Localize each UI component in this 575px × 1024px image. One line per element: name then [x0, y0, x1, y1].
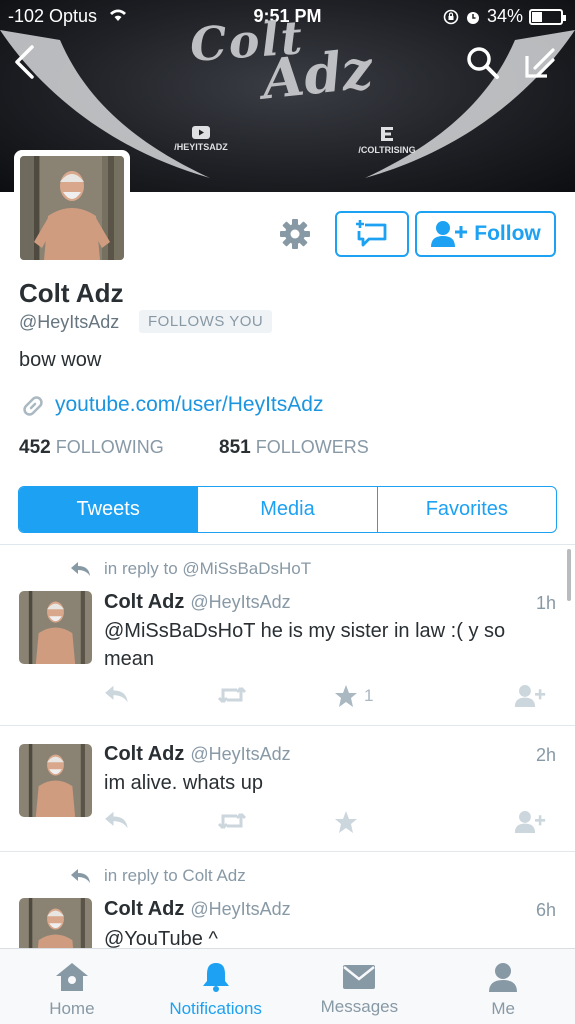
following-count-link[interactable]: 452 FOLLOWING	[19, 437, 164, 458]
banner-youtube-handle: /HEYITSADZ	[168, 126, 234, 152]
compose-share-icon[interactable]	[523, 46, 557, 80]
tweet-item[interactable]: in reply to Colt Adz Colt Adz @HeyItsAdz …	[0, 852, 575, 949]
envelope-icon	[343, 965, 376, 989]
reply-icon[interactable]	[104, 810, 130, 830]
tab-tweets[interactable]: Tweets	[19, 487, 198, 532]
tweet-author-handle: @HeyItsAdz	[190, 592, 291, 612]
tabbar-messages-label: Messages	[320, 997, 399, 1016]
follows-you-badge: FOLLOWS YOU	[139, 310, 273, 333]
reply-context-text: in reply to Colt Adz	[104, 866, 246, 885]
reply-arrow-icon	[71, 562, 90, 576]
reply-context: in reply to @MiSsBaDsHoT	[70, 559, 311, 579]
tweet-avatar[interactable]	[19, 898, 92, 949]
tabbar-notifications[interactable]: Notifications	[144, 949, 288, 1024]
tweet-avatar[interactable]	[19, 744, 92, 817]
coltrising-handle-text: /COLTRISING	[358, 145, 416, 155]
back-chevron-icon[interactable]	[12, 44, 36, 80]
reply-context: in reply to Colt Adz	[70, 866, 246, 886]
battery-level	[532, 11, 543, 22]
profile-tabs: Tweets Media Favorites	[18, 486, 557, 533]
coltrising-logo-icon	[381, 127, 393, 141]
battery-icon	[529, 8, 566, 25]
bottom-tab-bar: Home Notifications Messages Me	[0, 948, 575, 1024]
favorite-action[interactable]: 1	[334, 684, 373, 708]
profile-website-link[interactable]: youtube.com/user/HeyItsAdz	[55, 393, 323, 417]
tweet-text: @MiSsBaDsHoT he is my sister in law :( y…	[104, 620, 506, 670]
tweet-author[interactable]: Colt Adz @HeyItsAdz	[104, 743, 291, 766]
status-right: 34%	[443, 6, 566, 27]
star-icon[interactable]	[334, 810, 358, 834]
gear-icon[interactable]	[279, 218, 311, 250]
home-icon	[55, 963, 88, 991]
tabbar-me[interactable]: Me	[431, 949, 575, 1024]
follow-author-icon[interactable]	[514, 684, 546, 708]
star-icon	[335, 685, 357, 707]
banner-logo-adz: Adz	[258, 36, 376, 112]
following-count: 452	[19, 437, 51, 458]
tweet-text: @YouTube ^	[104, 928, 218, 949]
followers-count-link[interactable]: 851 FOLLOWERS	[219, 437, 369, 459]
profile-handle: @HeyItsAdz	[19, 312, 120, 332]
avatar-photo-illustration	[19, 744, 92, 817]
follow-counts: 452 FOLLOWING 851 FOLLOWERS	[19, 437, 369, 459]
tweet-actions: 1	[104, 684, 554, 708]
reply-context-text: in reply to @MiSsBaDsHoT	[104, 559, 312, 578]
tweet-avatar[interactable]	[19, 591, 92, 664]
tweet-timestamp: 6h	[535, 900, 556, 920]
tabbar-home-label: Home	[49, 999, 95, 1018]
retweet-icon[interactable]	[217, 684, 247, 706]
avatar-photo-illustration	[19, 898, 92, 949]
follow-button[interactable]: Follow	[415, 211, 556, 257]
following-label: FOLLOWING	[55, 437, 164, 457]
followers-count: 851	[219, 437, 251, 458]
tweet-timeline[interactable]: in reply to @MiSsBaDsHoT Colt Adz @HeyIts…	[0, 544, 575, 949]
add-user-icon	[431, 221, 468, 247]
message-plus-icon	[356, 220, 387, 247]
battery-percent: 34%	[486, 6, 523, 26]
follow-button-label: Follow	[474, 222, 541, 245]
followers-label: FOLLOWERS	[255, 437, 369, 457]
banner-coltrising-handle: /COLTRISING	[352, 126, 422, 155]
link-icon	[23, 396, 43, 416]
tweet-author[interactable]: Colt Adz @HeyItsAdz	[104, 898, 291, 921]
tabbar-me-label: Me	[491, 999, 515, 1018]
tweet-item[interactable]: in reply to @MiSsBaDsHoT Colt Adz @HeyIts…	[0, 545, 575, 726]
retweet-icon[interactable]	[217, 810, 247, 832]
youtube-icon	[192, 126, 210, 139]
favorite-count: 1	[364, 686, 374, 705]
profile-avatar[interactable]	[20, 156, 124, 260]
tweet-text: im alive. whats up	[104, 772, 263, 794]
tweet-author-name: Colt Adz	[104, 743, 185, 765]
tweet-author-handle: @HeyItsAdz	[190, 899, 291, 919]
tab-favorites[interactable]: Favorites	[376, 487, 556, 532]
alarm-icon	[466, 11, 479, 24]
person-icon	[489, 963, 518, 992]
bell-icon	[202, 963, 229, 992]
tweet-timestamp: 2h	[535, 745, 556, 765]
tweet-item[interactable]: Colt Adz @HeyItsAdz 2h im alive. whats up	[0, 726, 575, 852]
reply-arrow-icon	[71, 869, 90, 883]
follow-author-icon[interactable]	[514, 810, 546, 834]
tweet-timestamp: 1h	[535, 593, 556, 613]
tab-media[interactable]: Media	[197, 487, 376, 532]
tweet-author[interactable]: Colt Adz @HeyItsAdz	[104, 591, 291, 614]
tweet-author-name: Colt Adz	[104, 591, 185, 613]
tabbar-home[interactable]: Home	[0, 949, 144, 1024]
tabbar-messages[interactable]: Messages	[288, 949, 432, 1024]
timeline-scrollbar[interactable]	[567, 549, 571, 601]
direct-message-button[interactable]	[335, 211, 409, 257]
profile-photo-illustration	[20, 156, 124, 260]
avatar-photo-illustration	[19, 591, 92, 664]
profile-avatar-frame[interactable]	[14, 150, 130, 266]
tweet-author-handle: @HeyItsAdz	[190, 744, 291, 764]
tweet-author-name: Colt Adz	[104, 898, 185, 920]
tweet-actions	[104, 810, 554, 834]
reply-icon[interactable]	[104, 684, 130, 704]
rotation-lock-icon	[443, 9, 459, 24]
profile-bio: bow wow	[19, 349, 102, 371]
search-icon[interactable]	[466, 46, 500, 80]
youtube-handle-text: /HEYITSADZ	[174, 142, 228, 152]
profile-name: Colt Adz	[19, 278, 124, 308]
tabbar-notifications-label: Notifications	[169, 999, 262, 1018]
